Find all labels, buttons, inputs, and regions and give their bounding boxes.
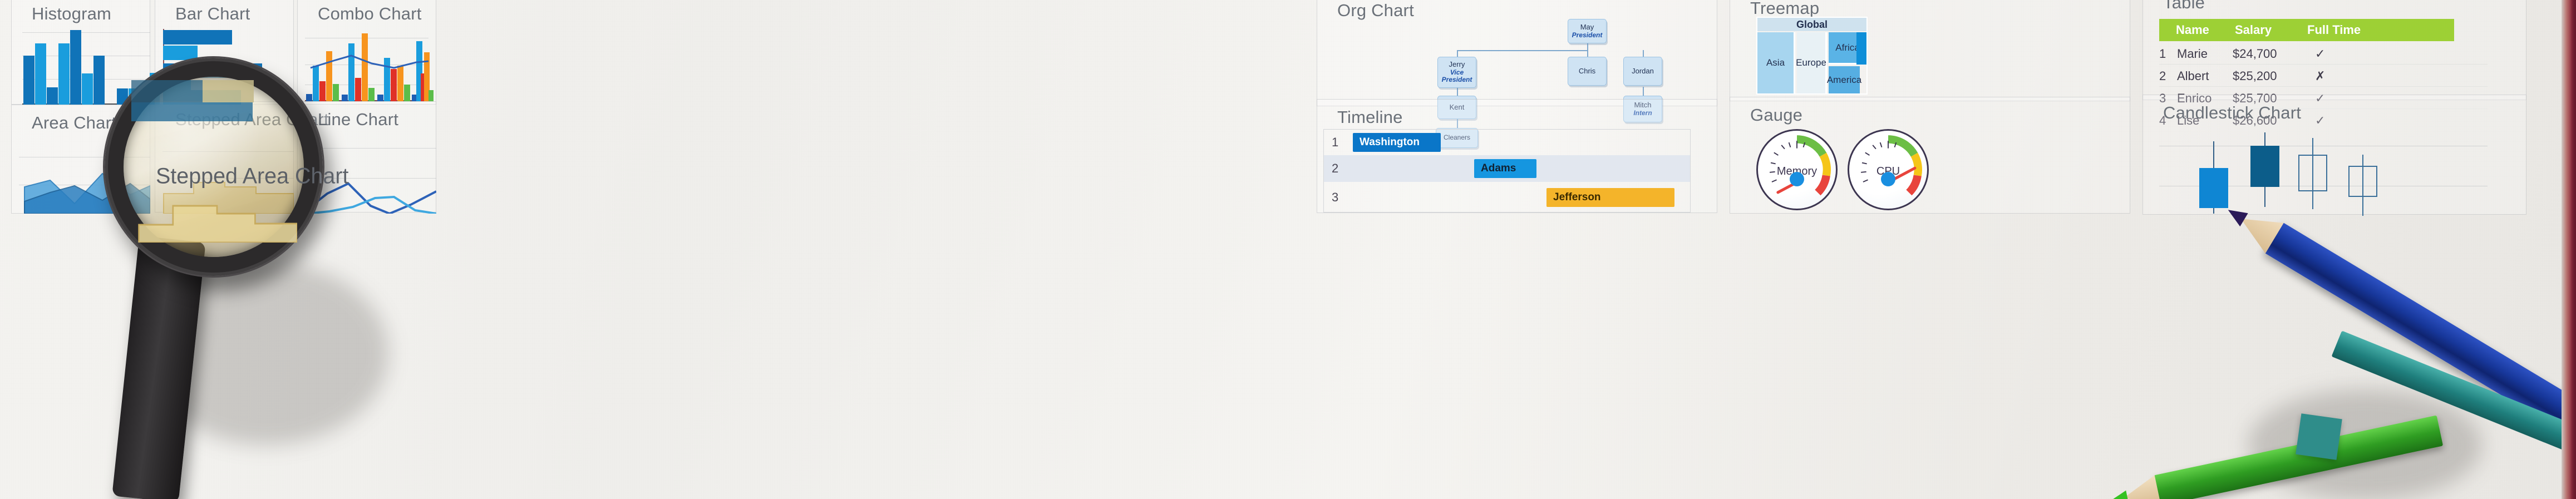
card-title-treemap: Treemap (1750, 0, 1820, 18)
treemap-label-america: America (1826, 74, 1862, 85)
org-node-may[interactable]: May President (1568, 19, 1607, 43)
timeline-bar[interactable]: Adams (1474, 159, 1536, 178)
candle (2199, 141, 2228, 214)
treemap-node-global[interactable]: Global (1757, 18, 1866, 31)
timeline-row[interactable]: 1 Washington (1324, 130, 1690, 155)
table-cell-salary: $24,700 (2233, 46, 2277, 61)
table-row[interactable]: 2 Albert $25,200 ✗ (2159, 66, 2488, 87)
timeline-bar[interactable]: Jefferson (1546, 188, 1674, 207)
candle (2250, 132, 2279, 207)
table-cell-name: Marie (2177, 46, 2208, 61)
timeline-label: Jefferson (1553, 191, 1601, 203)
table-row[interactable]: 1 Marie $24,700 ✓ (2159, 43, 2488, 65)
photo-scene: Histogram Bar Chart Combo Chart Org Char… (0, 0, 2576, 499)
org-node-name: Jerry (1449, 60, 1465, 68)
timeline-label: Washington (1360, 136, 1420, 148)
org-node-name: May (1580, 22, 1594, 31)
org-node-chris[interactable]: Chris (1568, 57, 1607, 86)
gauge-cpu[interactable]: CPU (1848, 129, 1929, 210)
org-node-jerry[interactable]: Jerry Vice President (1437, 57, 1476, 88)
timeline-bar[interactable]: Washington (1353, 133, 1441, 152)
chart-combo-chart (305, 28, 434, 101)
gauge-hub (1881, 171, 1895, 186)
card-title-histogram: Histogram (32, 4, 112, 23)
table-cell-salary: $25,200 (2233, 68, 2277, 83)
org-node-role: President (1572, 31, 1603, 39)
org-node-role: Vice President (1441, 68, 1472, 84)
table-cell-name: Albert (2177, 68, 2209, 83)
chart-candlestick (2159, 132, 2488, 216)
gauge-memory[interactable]: Memory (1756, 129, 1838, 210)
card-title-table: Table (2163, 0, 2205, 12)
desk-surface-shade (2570, 0, 2576, 499)
treemap-node-asia[interactable]: Asia (1757, 32, 1795, 93)
table-cell-fulltime: ✓ (2315, 46, 2326, 61)
table-header-row: Name Salary Full Time (2159, 19, 2454, 41)
table-cell-fulltime: ✗ (2315, 68, 2326, 83)
treemap-label-asia: Asia (1766, 57, 1785, 68)
card-title-area-chart: Area Chart (32, 113, 116, 132)
candle (2348, 155, 2377, 216)
card-title-combo-chart: Combo Chart (318, 4, 422, 23)
chart-treemap: Global Asia Europe Africa America (1756, 17, 1868, 95)
timeline-row[interactable]: 2 Adams (1324, 155, 1690, 182)
card-title-gauge: Gauge (1750, 105, 1803, 125)
candle (2298, 138, 2327, 209)
timeline-index: 3 (1332, 190, 1339, 204)
org-node-jordan[interactable]: Jordan (1623, 57, 1662, 86)
treemap-node-america[interactable]: America (1826, 66, 1862, 93)
chart-timeline: 1 Washington 2 Adams 3 Jefferson (1323, 129, 1691, 213)
timeline-label: Adams (1481, 162, 1516, 174)
table-cell-index: 2 (2159, 68, 2166, 83)
table-col-fulltime: Full Time (2307, 23, 2361, 37)
org-node-name: Jordan (1632, 66, 1654, 75)
timeline-row[interactable]: 3 Jefferson (1324, 182, 1690, 213)
chart-gauge: Memory CPU (1736, 126, 2126, 215)
table-col-salary: Salary (2235, 23, 2272, 37)
magnifier-lens[interactable]: Stepped Area Chart (105, 58, 348, 276)
combo-line-overlay (310, 55, 428, 69)
table-cell-index: 1 (2159, 46, 2166, 61)
table-col-name: Name (2176, 23, 2209, 37)
card-title-timeline: Timeline (1337, 107, 1403, 127)
card-title-candlestick: Candlestick Chart (2163, 103, 2302, 122)
org-node-name: Chris (1578, 66, 1596, 75)
chart-gallery-grid: Histogram Bar Chart Combo Chart Org Char… (0, 0, 2576, 499)
treemap-label-global: Global (1796, 18, 1828, 30)
card-title-bar-chart: Bar Chart (175, 4, 250, 23)
timeline-index: 1 (1332, 135, 1339, 149)
gauge-hub (1790, 171, 1804, 186)
teal-accent-block (2296, 413, 2342, 460)
card-title-line-chart: Line Chart (318, 110, 399, 129)
treemap-node-europe[interactable]: Europe (1796, 32, 1827, 93)
lens-glare (124, 77, 304, 257)
treemap-label-europe: Europe (1796, 57, 1826, 68)
timeline-index: 2 (1332, 161, 1339, 175)
chart-org-chart: May President Jerry Vice President Chris… (1324, 12, 1714, 148)
